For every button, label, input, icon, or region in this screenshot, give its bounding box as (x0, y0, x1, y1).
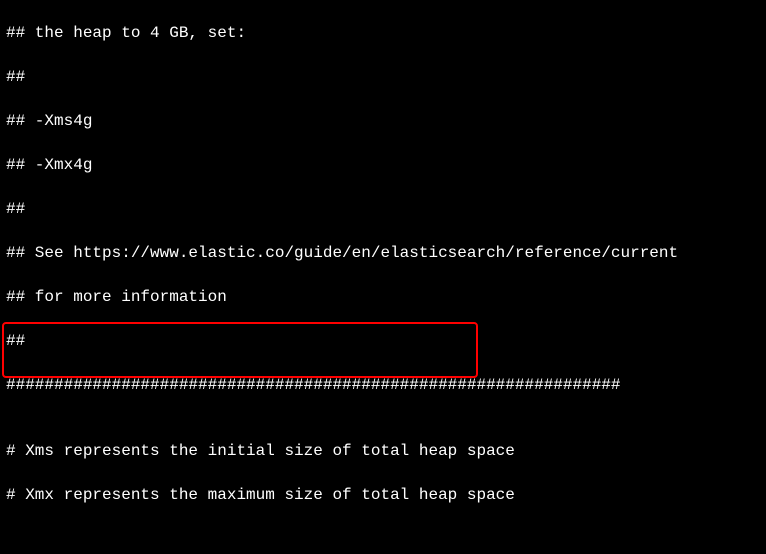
comment-line: ## the heap to 4 GB, set: (6, 22, 760, 44)
comment-line: ## (6, 330, 760, 352)
comment-line: # Xms represents the initial size of tot… (6, 440, 760, 462)
divider-line: ########################################… (6, 374, 760, 396)
terminal-editor[interactable]: ## the heap to 4 GB, set: ## ## -Xms4g #… (0, 0, 766, 554)
comment-line: ## for more information (6, 286, 760, 308)
comment-line: # Xmx represents the maximum size of tot… (6, 484, 760, 506)
comment-line: ## See https://www.elastic.co/guide/en/e… (6, 242, 760, 264)
comment-line: ## (6, 66, 760, 88)
comment-line: ## (6, 198, 760, 220)
comment-line: ## -Xmx4g (6, 154, 760, 176)
comment-line: ## -Xms4g (6, 110, 760, 132)
